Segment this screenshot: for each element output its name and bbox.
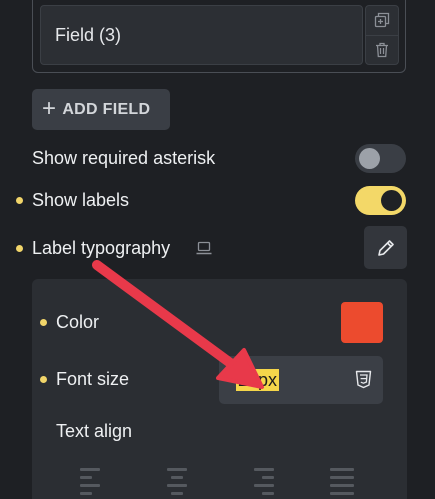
modified-indicator-dot: [16, 245, 23, 252]
settings-page: Field (3) + ADD FIELD Show required aste…: [0, 0, 435, 499]
text-align-label: Text align: [56, 421, 133, 441]
color-label: Color: [56, 312, 100, 332]
add-field-button[interactable]: + ADD FIELD: [32, 89, 170, 130]
delete-field-button[interactable]: [366, 34, 398, 65]
duplicate-icon: [374, 13, 390, 28]
modified-indicator-dot: [40, 319, 47, 326]
required-asterisk-toggle[interactable]: [355, 143, 406, 173]
color-swatch[interactable]: [341, 302, 383, 343]
align-right-icon[interactable]: [248, 466, 274, 499]
fields-repeater: Field (3): [32, 0, 406, 73]
laptop-icon[interactable]: [196, 241, 212, 255]
show-labels-label: Show labels: [32, 189, 130, 210]
repeater-field-item[interactable]: Field (3): [40, 5, 363, 65]
align-justify-icon[interactable]: [330, 466, 356, 499]
field-item-label: Field (3): [55, 24, 122, 45]
trash-icon: [376, 42, 388, 57]
pencil-icon: [377, 239, 394, 256]
toggle-knob: [381, 189, 402, 211]
align-center-icon[interactable]: [164, 466, 190, 499]
add-field-label: ADD FIELD: [62, 100, 151, 118]
toggle-knob: [359, 147, 380, 169]
font-size-label: Font size: [56, 369, 130, 389]
setting-show-labels: Show labels: [0, 185, 435, 215]
edit-typography-button[interactable]: [364, 226, 407, 269]
typography-popover: Color Font size 20px Text align: [32, 279, 407, 499]
plus-icon: +: [42, 94, 57, 122]
setting-required-asterisk: Show required asterisk: [0, 143, 435, 173]
duplicate-field-button[interactable]: [366, 6, 398, 35]
modified-indicator-dot: [16, 197, 23, 204]
field-item-actions: [365, 5, 399, 65]
label-typography-label: Label typography: [32, 237, 171, 258]
font-size-value: 20px: [236, 369, 280, 391]
modified-indicator-dot: [40, 376, 47, 383]
show-labels-toggle[interactable]: [355, 185, 406, 215]
align-left-icon[interactable]: [80, 466, 106, 499]
font-size-input[interactable]: 20px: [219, 356, 383, 404]
text-align-options: [32, 462, 407, 499]
css3-icon[interactable]: [355, 370, 372, 389]
required-asterisk-label: Show required asterisk: [32, 147, 216, 168]
